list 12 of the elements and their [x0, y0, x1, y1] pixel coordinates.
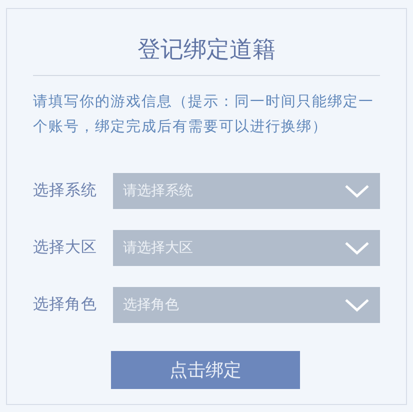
bind-button[interactable]: 点击绑定 — [111, 351, 300, 389]
field-label: 选择大区 — [33, 237, 98, 258]
form-title: 登记绑定道籍 — [136, 36, 276, 65]
dropdown-select[interactable]: 选择角色 — [113, 287, 380, 323]
hint-text: 请填写你的游戏信息（提示：同一时间只能绑定一个账号，绑定完成后有需要可以进行换绑） — [33, 92, 375, 137]
dropdown-select[interactable]: 请选择大区 — [113, 230, 380, 266]
chevron-down-icon — [344, 184, 370, 198]
field-label: 选择系统 — [33, 180, 98, 202]
field-label: 选择角色 — [33, 294, 98, 316]
chevron-down-icon — [344, 298, 370, 312]
dropdown-select[interactable]: 请选择系统 — [113, 173, 380, 209]
chevron-down-icon — [344, 241, 370, 255]
